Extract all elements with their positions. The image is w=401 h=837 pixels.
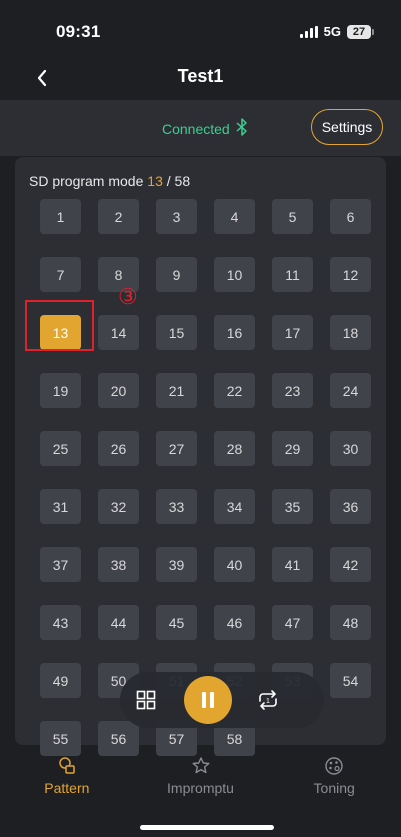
- program-cell[interactable]: 35: [272, 489, 313, 524]
- program-cell[interactable]: 24: [330, 373, 371, 408]
- program-cell[interactable]: 28: [214, 431, 255, 466]
- program-cell[interactable]: 39: [156, 547, 197, 582]
- program-cell[interactable]: 9: [156, 257, 197, 292]
- program-cell[interactable]: 22: [214, 373, 255, 408]
- program-cell[interactable]: 4: [214, 199, 255, 234]
- program-cell[interactable]: 45: [156, 605, 197, 640]
- program-cell[interactable]: 19: [40, 373, 81, 408]
- program-mode-current: 13: [147, 173, 163, 189]
- program-cell[interactable]: 10: [214, 257, 255, 292]
- tab-toning[interactable]: Toning: [267, 748, 401, 816]
- program-cell[interactable]: 34: [214, 489, 255, 524]
- signal-icon: [299, 25, 318, 38]
- pattern-icon: [59, 757, 75, 774]
- program-cell[interactable]: 12: [330, 257, 371, 292]
- page-title: Test1: [177, 66, 224, 86]
- program-cell[interactable]: 40: [214, 547, 255, 582]
- program-cell[interactable]: 48: [330, 605, 371, 640]
- program-cell[interactable]: 31: [40, 489, 81, 524]
- program-cell[interactable]: 49: [40, 663, 81, 698]
- pause-button[interactable]: [184, 676, 232, 724]
- program-cell[interactable]: 23: [272, 373, 313, 408]
- nav-bar: Test1: [0, 58, 401, 98]
- program-cell[interactable]: 42: [330, 547, 371, 582]
- program-cell[interactable]: 30: [330, 431, 371, 466]
- program-cell[interactable]: 11: [272, 257, 313, 292]
- network-label: 5G: [323, 24, 341, 39]
- program-cell[interactable]: 5: [272, 199, 313, 234]
- program-grid-panel: SD program mode 13 / 58 1 2 3 4 5 6 7 8 9 10 11 12 1…: [15, 157, 386, 756]
- program-cell[interactable]: 20: [98, 373, 139, 408]
- program-cell[interactable]: 33: [156, 489, 197, 524]
- bottom-tab-bar: Pattern Impromptu Toning: [0, 748, 401, 816]
- annotation-marker: ③: [118, 284, 138, 309]
- svg-text:1: 1: [266, 698, 270, 705]
- program-cell[interactable]: 6: [330, 199, 371, 234]
- bluetooth-icon: [236, 118, 248, 139]
- program-cell[interactable]: 21: [156, 373, 197, 408]
- repeat-one-icon[interactable]: 1: [256, 688, 280, 712]
- battery-icon: 27: [347, 24, 374, 39]
- program-cell[interactable]: 2: [98, 199, 139, 234]
- program-cell[interactable]: 18: [330, 315, 371, 350]
- connection-panel: Connected Settings: [0, 100, 401, 156]
- program-mode-title: SD program mode: [29, 173, 144, 189]
- program-cell[interactable]: 3: [156, 199, 197, 234]
- program-cell[interactable]: 41: [272, 547, 313, 582]
- tab-pattern[interactable]: Pattern: [0, 748, 134, 816]
- program-mode-total: 58: [174, 173, 191, 189]
- program-cell[interactable]: 17: [272, 315, 313, 350]
- program-cell[interactable]: 14: [98, 315, 139, 350]
- annotation-highlight-box: [25, 300, 94, 351]
- program-cell[interactable]: 25: [40, 431, 81, 466]
- program-mode-separator: /: [162, 173, 175, 189]
- status-bar: 09:31 5G 27: [0, 0, 401, 58]
- status-indicators: 5G 27: [299, 24, 374, 39]
- program-cell[interactable]: 46: [214, 605, 255, 640]
- program-cell[interactable]: 47: [272, 605, 313, 640]
- program-cell[interactable]: 7: [40, 257, 81, 292]
- playback-controls: 1: [120, 672, 324, 728]
- program-cell[interactable]: 27: [156, 431, 197, 466]
- program-cell[interactable]: 36: [330, 489, 371, 524]
- program-cell[interactable]: 38: [98, 547, 139, 582]
- settings-button[interactable]: Settings: [311, 109, 383, 145]
- tab-toning-label: Toning: [313, 780, 355, 796]
- tab-impromptu[interactable]: Impromptu: [134, 748, 268, 816]
- program-mode-label: SD program mode 13 / 58: [29, 173, 190, 189]
- pause-icon: [202, 692, 214, 708]
- program-cell[interactable]: 32: [98, 489, 139, 524]
- connection-status-label: Connected: [162, 120, 230, 137]
- program-cell[interactable]: 54: [330, 663, 371, 698]
- toning-icon: [325, 757, 343, 775]
- program-cell[interactable]: 1: [40, 199, 81, 234]
- program-cell[interactable]: 43: [40, 605, 81, 640]
- tab-pattern-label: Pattern: [44, 780, 90, 796]
- tab-impromptu-label: Impromptu: [167, 780, 234, 796]
- program-cell[interactable]: 26: [98, 431, 139, 466]
- grid-view-icon[interactable]: [136, 690, 156, 710]
- impromptu-icon: [192, 757, 209, 774]
- status-time: 09:31: [56, 22, 101, 41]
- program-cell[interactable]: 37: [40, 547, 81, 582]
- program-cell[interactable]: 16: [214, 315, 255, 350]
- home-indicator: [140, 825, 274, 830]
- program-cell[interactable]: 15: [156, 315, 197, 350]
- program-cell[interactable]: 29: [272, 431, 313, 466]
- connection-status: Connected: [162, 118, 248, 139]
- program-cell[interactable]: 44: [98, 605, 139, 640]
